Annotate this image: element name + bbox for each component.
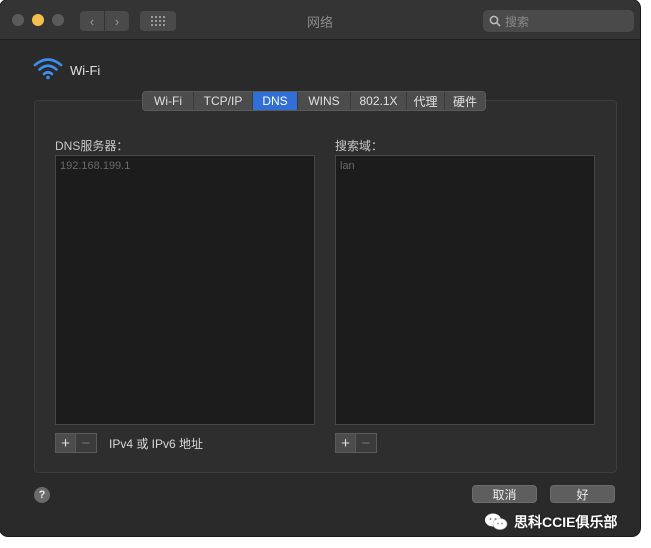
network-preferences-window: ‹ › 网络 搜索 Wi-Fi Wi-Fi TCP/IP DNS WINS 80… bbox=[0, 0, 640, 536]
chevron-left-icon: ‹ bbox=[89, 13, 95, 29]
watermark: 思科CCIE俱乐部 bbox=[484, 512, 617, 532]
tab-8021x[interactable]: 802.1X bbox=[351, 92, 407, 110]
dns-address-hint: IPv4 或 IPv6 地址 bbox=[109, 437, 204, 451]
search-icon bbox=[489, 15, 501, 27]
tab-tcp-ip[interactable]: TCP/IP bbox=[194, 92, 253, 110]
service-name: Wi-Fi bbox=[70, 63, 101, 78]
cancel-button[interactable]: 取消 bbox=[472, 485, 537, 503]
tab-hardware[interactable]: 硬件 bbox=[445, 92, 485, 110]
search-domain-item[interactable]: lan bbox=[336, 156, 594, 172]
show-all-button[interactable] bbox=[140, 11, 176, 31]
dns-server-item[interactable]: 192.168.199.1 bbox=[56, 156, 314, 172]
ok-button[interactable]: 好 bbox=[550, 485, 615, 503]
titlebar: ‹ › 网络 搜索 bbox=[0, 0, 640, 40]
wifi-icon bbox=[33, 58, 63, 80]
tab-dns[interactable]: DNS bbox=[253, 92, 298, 110]
add-search-domain-button[interactable]: + bbox=[335, 433, 356, 453]
tab-proxies[interactable]: 代理 bbox=[407, 92, 445, 110]
search-domains-label: 搜索域： bbox=[335, 139, 384, 153]
search-domains-list[interactable]: lan bbox=[335, 155, 595, 425]
wechat-icon bbox=[485, 513, 508, 530]
dns-servers-label: DNS服务器： bbox=[55, 139, 129, 153]
zoom-window-button[interactable] bbox=[52, 14, 64, 26]
search-placeholder: 搜索 bbox=[505, 14, 530, 29]
watermark-text: 思科CCIE俱乐部 bbox=[514, 514, 618, 530]
help-button[interactable]: ? bbox=[34, 487, 50, 503]
close-window-button[interactable] bbox=[12, 14, 24, 26]
search-domain-add-remove: + − bbox=[335, 433, 377, 453]
add-dns-server-button[interactable]: + bbox=[55, 433, 76, 453]
minimize-window-button[interactable] bbox=[32, 14, 44, 26]
dns-add-remove: + − bbox=[55, 433, 97, 453]
dns-servers-list[interactable]: 192.168.199.1 bbox=[55, 155, 315, 425]
tab-wifi[interactable]: Wi-Fi bbox=[143, 92, 194, 110]
chevron-right-icon: › bbox=[114, 13, 120, 29]
search-field[interactable]: 搜索 bbox=[483, 10, 634, 32]
grid-icon bbox=[151, 16, 165, 26]
back-button[interactable]: ‹ bbox=[80, 11, 104, 31]
remove-dns-server-button[interactable]: − bbox=[76, 433, 97, 453]
remove-search-domain-button[interactable]: − bbox=[356, 433, 377, 453]
tab-wins[interactable]: WINS bbox=[298, 92, 351, 110]
tab-bar: Wi-Fi TCP/IP DNS WINS 802.1X 代理 硬件 bbox=[142, 91, 486, 111]
forward-button[interactable]: › bbox=[105, 11, 129, 31]
